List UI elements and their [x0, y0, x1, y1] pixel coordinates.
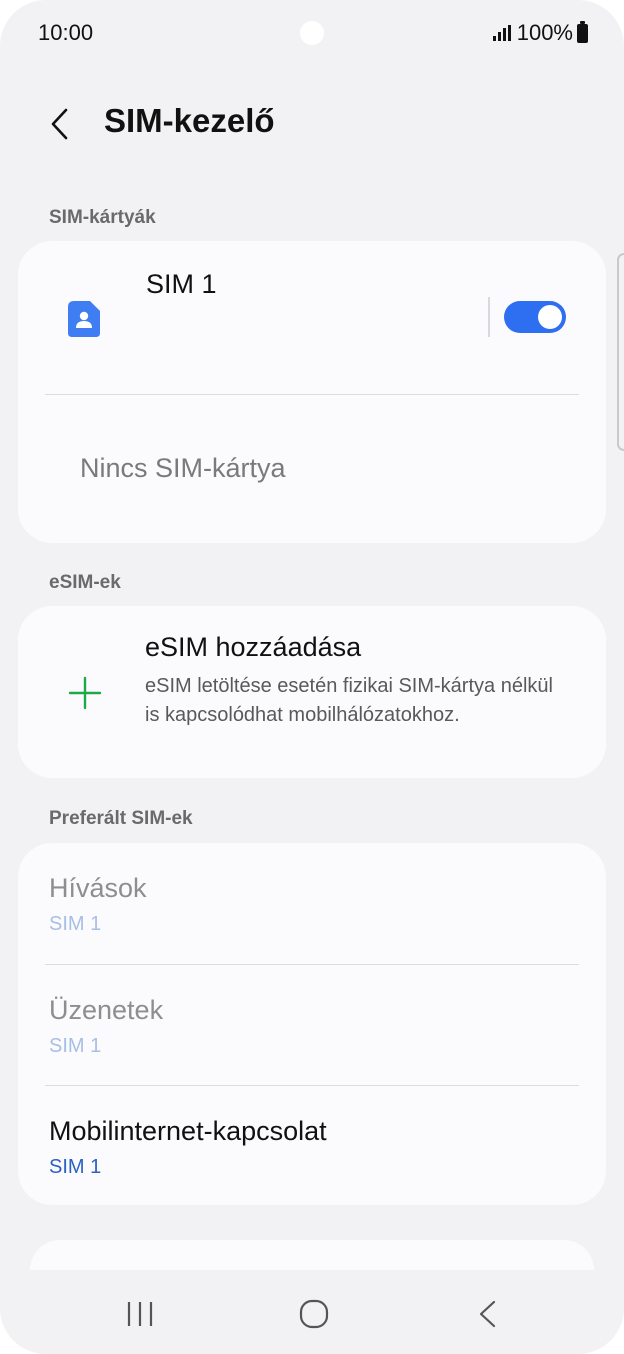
- scrollbar[interactable]: [617, 253, 624, 451]
- sim-1-name: SIM 1: [146, 269, 217, 299]
- recent-apps-icon: [127, 1302, 153, 1326]
- pref-messages-row: Üzenetek SIM 1: [18, 965, 606, 1085]
- sim-cards-card: SIM 1 Nincs SIM-kártya: [18, 241, 606, 543]
- empty-sim-slot: Nincs SIM-kártya: [80, 453, 286, 483]
- back-arrow-icon: [51, 108, 68, 140]
- home-button[interactable]: [294, 1294, 334, 1334]
- sim-1-toggle[interactable]: [504, 301, 566, 333]
- pref-calls-value: SIM 1: [49, 913, 102, 935]
- status-time: 10:00: [38, 20, 94, 45]
- nav-back-button[interactable]: [468, 1294, 508, 1334]
- status-icons: 100%: [492, 20, 588, 46]
- battery-percent: 100%: [516, 20, 573, 45]
- sim-card-icon: [68, 301, 100, 337]
- page-title: SIM-kezelő: [104, 102, 275, 139]
- section-label-esims: eSIM-ek: [49, 572, 121, 593]
- pref-messages-value: SIM 1: [49, 1035, 102, 1057]
- toggle-knob: [538, 305, 562, 329]
- section-label-preferred: Preferált SIM-ek: [49, 808, 193, 829]
- preferred-sims-card: Hívások SIM 1 Üzenetek SIM 1 Mobilintern…: [18, 843, 606, 1205]
- pref-mobile-data-value: SIM 1: [49, 1156, 102, 1178]
- phone-screen: 10:00 100% SIM-kezelő SIM-kártyák SIM 1: [0, 0, 624, 1354]
- pref-mobile-data-row[interactable]: Mobilinternet-kapcsolat SIM 1: [18, 1086, 606, 1205]
- vertical-divider: [488, 297, 490, 337]
- add-esim-card[interactable]: eSIM hozzáadása eSIM letöltése esetén fi…: [18, 606, 606, 778]
- add-esim-description: eSIM letöltése esetén fizikai SIM-kártya…: [145, 675, 553, 726]
- next-card-partial: [30, 1240, 594, 1270]
- nav-back-icon: [479, 1300, 496, 1328]
- section-label-sim-cards: SIM-kártyák: [49, 207, 156, 228]
- battery-icon: [577, 20, 588, 43]
- back-button[interactable]: [44, 104, 78, 144]
- camera-cutout: [300, 21, 324, 45]
- pref-calls-title: Hívások: [49, 873, 147, 903]
- home-icon: [299, 1299, 329, 1329]
- pref-mobile-data-title: Mobilinternet-kapcsolat: [49, 1116, 327, 1146]
- navigation-bar: [0, 1270, 624, 1354]
- add-esim-title: eSIM hozzáadása: [145, 632, 362, 662]
- pref-calls-row: Hívások SIM 1: [18, 843, 606, 964]
- pref-messages-title: Üzenetek: [49, 995, 164, 1025]
- signal-icon: [492, 25, 511, 41]
- plus-icon: [68, 676, 102, 710]
- divider: [45, 394, 579, 395]
- recent-apps-button[interactable]: [121, 1294, 161, 1334]
